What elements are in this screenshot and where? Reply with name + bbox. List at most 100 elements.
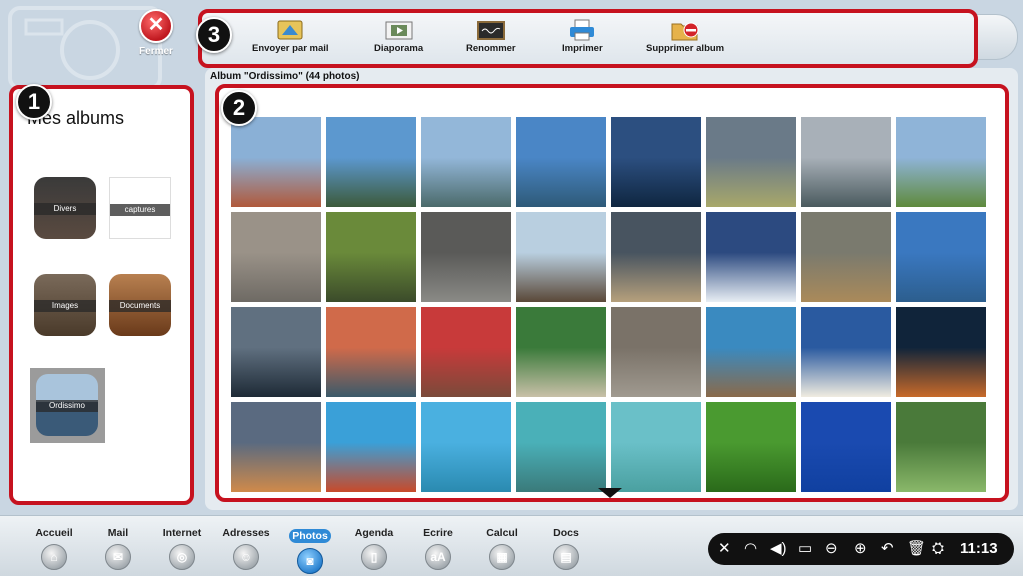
photo-thumbnail[interactable] (611, 402, 701, 492)
album-label: Divers (34, 203, 96, 215)
photo-thumbnail[interactable] (231, 117, 321, 207)
close-icon: ✕ (139, 9, 173, 43)
dock-item-calcul[interactable]: Calcul ▦ (472, 526, 532, 570)
dock-item-agenda[interactable]: Agenda ▯ (344, 526, 404, 570)
write-icon: aA (425, 544, 451, 570)
close-button[interactable]: ✕ Fermer (133, 9, 179, 57)
album-images[interactable]: Images (34, 274, 96, 336)
dock-item-label: Calcul (486, 527, 518, 539)
photo-thumbnail[interactable] (326, 307, 416, 397)
docs-icon: ▤ (553, 544, 579, 570)
dock-item-label: Mail (107, 527, 129, 539)
photo-thumbnail[interactable] (326, 212, 416, 302)
dock-item-label: Adresses (222, 527, 270, 539)
photo-thumbnail[interactable] (611, 307, 701, 397)
dock-item-accueil[interactable]: Accueil ⌂ (24, 526, 84, 570)
mail-icon: ✉ (105, 544, 131, 570)
photo-thumbnail[interactable] (421, 307, 511, 397)
wifi-icon[interactable]: ◠ (744, 539, 757, 559)
album-label: captures (110, 204, 170, 216)
photo-thumbnail[interactable] (611, 117, 701, 207)
badge-1: 1 (16, 84, 52, 120)
photo-thumbnail[interactable] (896, 212, 986, 302)
photo-thumbnail[interactable] (896, 307, 986, 397)
print-button[interactable]: Imprimer (562, 19, 603, 54)
send-mail-icon (277, 20, 303, 40)
dock-item-mail[interactable]: Mail ✉ (88, 526, 148, 570)
photo-thumbnail[interactable] (421, 402, 511, 492)
delete-album-icon (671, 22, 699, 41)
photo-thumbnail[interactable] (516, 117, 606, 207)
photo-thumbnail[interactable] (611, 212, 701, 302)
dock-item-label: Ecrire (423, 527, 453, 539)
photo-thumbnail[interactable] (706, 402, 796, 492)
toolbar-end-cap (975, 14, 1018, 60)
photo-thumbnail[interactable] (421, 212, 511, 302)
scroll-down-arrow-icon[interactable] (598, 488, 622, 498)
album-captures[interactable]: captures (109, 177, 171, 239)
agenda-icon: ▯ (361, 544, 387, 570)
dock-item-label: Internet (162, 527, 202, 539)
dock-item-internet[interactable]: Internet ◎ (152, 526, 212, 570)
contacts-icon: ☺ (233, 544, 259, 570)
globe-icon: ◎ (169, 544, 195, 570)
photo-thumbnail[interactable] (706, 212, 796, 302)
dock-item-label: Agenda (354, 527, 394, 539)
dock-item-label: Accueil (35, 527, 73, 539)
photo-thumbnail[interactable] (326, 402, 416, 492)
dock-item-adresses[interactable]: Adresses ☺ (216, 526, 276, 570)
dock-item-photos[interactable]: Photos ◙ (280, 526, 340, 574)
help-icon[interactable]: ⛭ (932, 539, 944, 559)
photo-thumbnail[interactable] (231, 212, 321, 302)
photo-thumbnail[interactable] (801, 402, 891, 492)
home-icon: ⌂ (41, 544, 67, 570)
photo-thumbnail[interactable] (706, 307, 796, 397)
clock: 11:13 (960, 540, 998, 557)
dock-item-docs[interactable]: Docs ▤ (536, 526, 596, 570)
rename-button[interactable]: Renommer (466, 19, 516, 54)
album-divers[interactable]: Divers (34, 177, 96, 239)
tools-icon[interactable]: ✕ (718, 539, 731, 559)
photo-thumbnail[interactable] (801, 212, 891, 302)
battery-icon[interactable]: ▭ (798, 539, 812, 559)
dock-item-ecrire[interactable]: Ecrire aA (408, 526, 468, 570)
photo-thumbnail[interactable] (801, 117, 891, 207)
album-ordissimo-selected[interactable]: Ordissimo (30, 368, 105, 443)
undo-icon[interactable]: ↶ (881, 539, 894, 559)
printer-icon (570, 19, 595, 41)
zoom-in-icon[interactable]: ⊕ (854, 539, 867, 559)
album-header: Album "Ordissimo" (44 photos) (210, 71, 360, 82)
album-documents[interactable]: Documents (109, 274, 171, 336)
slideshow-button[interactable]: Diaporama (374, 19, 423, 54)
volume-icon[interactable]: ◀) (770, 539, 787, 559)
zoom-out-icon[interactable]: ⊖ (825, 539, 838, 559)
photo-thumbnail[interactable] (896, 402, 986, 492)
photo-thumbnail[interactable] (421, 117, 511, 207)
slideshow-icon (385, 21, 413, 40)
photo-thumbnail[interactable] (516, 402, 606, 492)
dock-item-label: Photos (289, 529, 331, 543)
send-mail-button[interactable]: Envoyer par mail (252, 19, 329, 54)
photo-thumbnail[interactable] (516, 307, 606, 397)
close-label: Fermer (139, 46, 173, 57)
dock-item-label: Docs (553, 527, 579, 539)
photos-panel (215, 84, 1009, 502)
photo-thumbnail[interactable] (801, 307, 891, 397)
album-label: Images (34, 300, 96, 312)
calculator-icon: ▦ (489, 544, 515, 570)
system-status-bar: ✕ ◠ ◀) ▭ ⊖ ⊕ ↶ 🗑 ⛭ 11:13 (708, 533, 1014, 565)
photo-thumbnail[interactable] (706, 117, 796, 207)
photo-thumbnail[interactable] (231, 402, 321, 492)
album-toolbar: Envoyer par mail Diaporama Renommer Impr… (198, 9, 978, 68)
badge-3: 3 (196, 17, 232, 53)
badge-2: 2 (221, 90, 257, 126)
trash-icon[interactable]: 🗑 (907, 539, 926, 559)
photo-thumbnail[interactable] (896, 117, 986, 207)
delete-album-button[interactable]: Supprimer album (646, 19, 724, 54)
photo-thumbnail[interactable] (516, 212, 606, 302)
photo-thumbnail[interactable] (231, 307, 321, 397)
rename-icon (476, 21, 505, 40)
album-label: Ordissimo (36, 400, 98, 412)
album-label: Documents (109, 300, 171, 312)
photo-thumbnail[interactable] (326, 117, 416, 207)
